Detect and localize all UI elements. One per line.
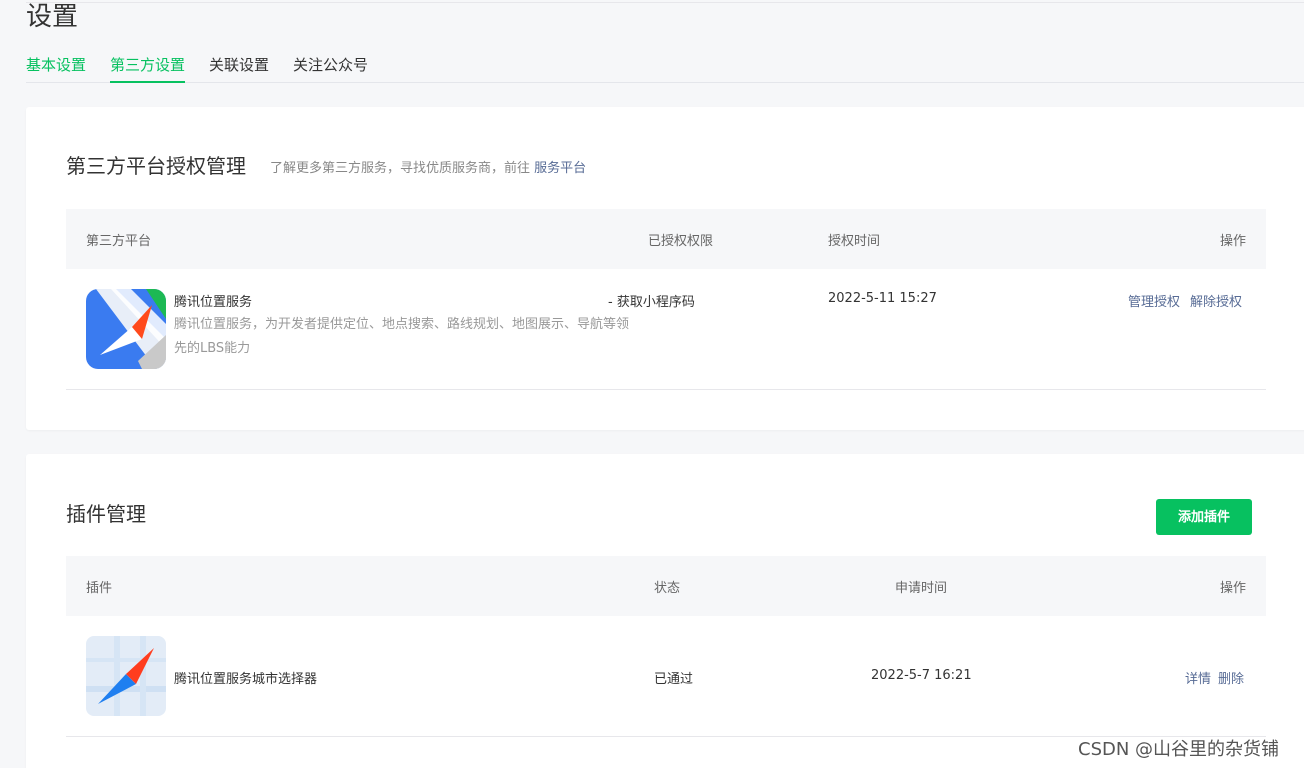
revoke-auth-link[interactable]: 解除授权 — [1190, 291, 1242, 310]
col-plugin-actions: 操作 — [1219, 581, 1246, 596]
third-party-auth-title: 第三方平台授权管理 — [66, 154, 246, 178]
tencent-location-logo-icon — [86, 289, 166, 369]
desc-text: 了解更多第三方服务，寻找优质服务商，前往 — [270, 161, 531, 176]
third-party-table-header: 第三方平台 已授权权限 授权时间 操作 — [66, 209, 1266, 269]
permission-value: - 获取小程序码 — [608, 295, 695, 310]
service-platform-link[interactable]: 服务平台 — [534, 161, 586, 176]
plugin-delete-link[interactable]: 删除 — [1218, 668, 1244, 687]
third-party-auth-card: 第三方平台授权管理 了解更多第三方服务，寻找优质服务商，前往 服务平台 第三方平… — [26, 107, 1304, 430]
revoke-auth-label[interactable]: 解除授权 — [1190, 295, 1242, 310]
plugin-apply-time: 2022-5-7 16:21 — [871, 668, 972, 683]
settings-tabs: 基本设置 第三方设置 关联设置 关注公众号 — [26, 52, 1304, 83]
manage-auth-label[interactable]: 管理授权 — [1128, 295, 1180, 310]
plugin-name: 腾讯位置服务城市选择器 — [174, 672, 318, 687]
tab-associated-settings[interactable]: 关联设置 — [209, 52, 269, 83]
tab-follow-official-account[interactable]: 关注公众号 — [293, 52, 368, 83]
plugin-management-title: 插件管理 — [66, 502, 146, 526]
plugin-detail-label[interactable]: 详情 — [1185, 672, 1211, 687]
row-divider — [66, 389, 1266, 390]
col-actions: 操作 — [1219, 234, 1246, 249]
plugin-status: 已通过 — [654, 672, 694, 687]
add-plugin-button[interactable]: 添加插件 — [1156, 499, 1252, 535]
col-status: 状态 — [654, 581, 681, 596]
col-auth-time: 授权时间 — [828, 234, 881, 249]
top-divider — [26, 2, 1304, 3]
plugin-table-header: 插件 状态 申请时间 操作 — [66, 556, 1266, 616]
csdn-watermark: CSDN @山谷里的杂货铺 — [1078, 739, 1280, 760]
auth-time-value: 2022-5-11 15:27 — [828, 291, 937, 306]
page-title: 设置 — [26, 2, 79, 32]
col-platform: 第三方平台 — [86, 234, 152, 249]
manage-auth-link[interactable]: 管理授权 — [1128, 291, 1180, 310]
col-plugin: 插件 — [86, 581, 113, 596]
tab-third-party-settings[interactable]: 第三方设置 — [110, 52, 186, 83]
tab-basic-settings[interactable]: 基本设置 — [26, 52, 86, 83]
city-picker-plugin-icon — [86, 636, 166, 716]
plugin-management-card: 插件管理 添加插件 插件 状态 申请时间 操作 腾讯位置服务城市选择器 已通过 … — [26, 454, 1304, 768]
platform-desc: 腾讯位置服务，为开发者提供定位、地点搜索、路线规划、地图展示、导航等领先的LBS… — [174, 317, 630, 356]
plugin-detail-link[interactable]: 详情 — [1185, 668, 1211, 687]
col-permission: 已授权权限 — [648, 234, 714, 249]
col-apply-time: 申请时间 — [895, 581, 948, 596]
plugin-delete-label[interactable]: 删除 — [1218, 672, 1244, 687]
platform-name: 腾讯位置服务 — [174, 295, 253, 310]
third-party-auth-desc: 了解更多第三方服务，寻找优质服务商，前往 服务平台 — [270, 157, 586, 176]
